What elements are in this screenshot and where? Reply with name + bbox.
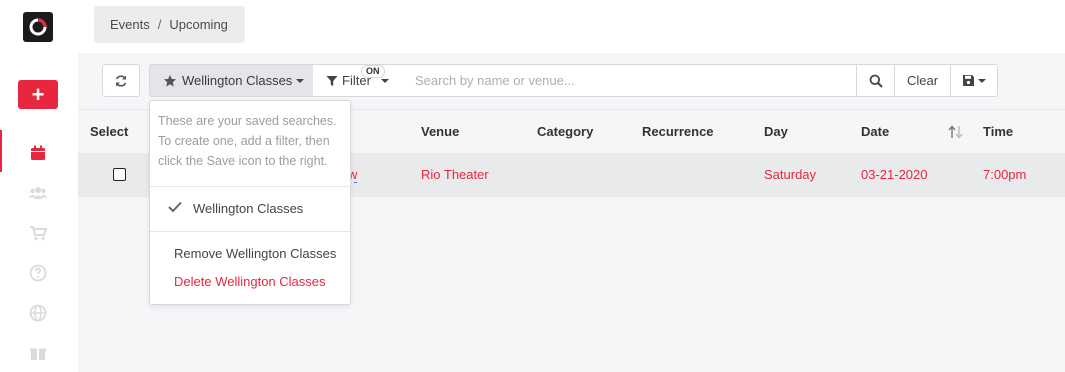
cell-venue: Rio Theater [421, 167, 489, 182]
cell-day: Saturday [764, 167, 817, 182]
globe-icon[interactable] [28, 303, 48, 323]
chevron-down-icon [380, 78, 389, 83]
logo-icon [29, 18, 47, 36]
search-button[interactable] [856, 64, 895, 97]
cell-time: 7:00pm [983, 167, 1027, 182]
breadcrumb-events[interactable]: Events [110, 17, 150, 32]
delete-saved-search[interactable]: Delete Wellington Classes [174, 274, 326, 289]
search-placeholder: Search by name or venue... [415, 73, 575, 88]
remove-saved-search[interactable]: Remove Wellington Classes [174, 246, 336, 261]
refresh-icon [115, 74, 127, 87]
calendar-icon[interactable] [28, 143, 48, 163]
cell-date: 03-21-2020 [861, 167, 928, 182]
app-logo[interactable] [23, 12, 53, 42]
row-select-checkbox[interactable] [113, 168, 126, 181]
column-day[interactable]: Day [764, 124, 788, 139]
saved-searches-hint: These are your saved searches. To create… [158, 114, 337, 168]
column-recurrence[interactable]: Recurrence [642, 124, 714, 139]
saved-searches-dropdown: These are your saved searches. To create… [149, 100, 351, 305]
dropdown-divider [150, 231, 350, 232]
saved-searches-button[interactable]: Wellington Classes [149, 64, 314, 97]
chevron-down-icon [296, 78, 305, 83]
sort-icon[interactable] [948, 125, 964, 139]
star-icon [164, 74, 176, 87]
breadcrumb-separator: / [157, 17, 162, 32]
column-date[interactable]: Date [861, 124, 889, 139]
add-button[interactable]: + [18, 80, 58, 109]
help-icon[interactable] [28, 263, 48, 283]
refresh-button[interactable] [102, 64, 140, 97]
filter-button[interactable]: Filter [313, 64, 403, 97]
cart-icon[interactable] [28, 223, 48, 243]
breadcrumb-upcoming: Upcoming [169, 17, 228, 32]
filter-on-badge: ON [361, 65, 385, 78]
column-select: Select [90, 124, 129, 139]
sidebar: + [0, 0, 78, 372]
column-category[interactable]: Category [537, 124, 593, 139]
nav-active-indicator [0, 130, 2, 172]
check-icon [168, 201, 182, 213]
chevron-down-icon [978, 78, 986, 83]
saved-search-item[interactable]: Wellington Classes [193, 201, 303, 216]
filter-icon [326, 75, 338, 86]
saved-search-label: Wellington Classes [182, 73, 293, 88]
save-search-button[interactable] [950, 64, 998, 97]
column-venue[interactable]: Venue [421, 124, 459, 139]
gift-icon[interactable] [28, 343, 48, 363]
breadcrumb: Events / Upcoming [94, 6, 245, 43]
search-icon [869, 74, 883, 88]
users-icon[interactable] [28, 183, 48, 203]
column-time[interactable]: Time [983, 124, 1013, 139]
dropdown-divider [150, 186, 350, 187]
save-icon [963, 75, 974, 86]
clear-button[interactable]: Clear [894, 64, 951, 97]
search-input[interactable]: Search by name or venue... [402, 64, 857, 97]
